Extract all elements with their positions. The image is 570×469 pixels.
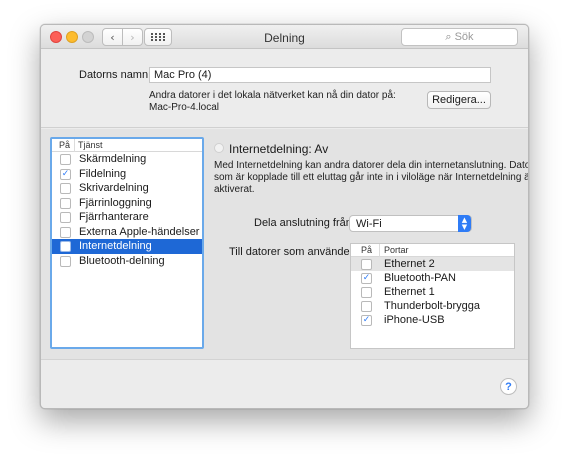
service-row[interactable]: Skrivardelning: [52, 181, 202, 196]
checkbox[interactable]: [60, 154, 71, 165]
local-hostname: Mac-Pro-4.local: [149, 102, 220, 113]
column-header-service[interactable]: Tjänst: [78, 140, 103, 150]
checkmark-icon: ✓: [362, 315, 371, 325]
internet-sharing-status: Internetdelning: Av: [229, 142, 329, 156]
edit-button[interactable]: Redigera...: [427, 91, 491, 109]
service-row-label: Skärmdelning: [79, 153, 147, 165]
column-header-on[interactable]: På: [59, 140, 70, 150]
popup-arrows-icon: ▲ ▼: [458, 215, 471, 232]
service-row[interactable]: Internetdelning: [52, 239, 202, 254]
checkbox[interactable]: [60, 183, 71, 194]
titlebar: ‹ › Delning ⌕ Sök: [41, 25, 528, 49]
service-row[interactable]: ✓ Fildelning: [52, 167, 202, 182]
share-from-value: Wi-Fi: [356, 218, 382, 230]
port-row[interactable]: ✓ Bluetooth-PAN: [351, 271, 514, 285]
checkbox[interactable]: [60, 255, 71, 267]
search-input[interactable]: ⌕ Sök: [401, 28, 518, 46]
checkbox[interactable]: [361, 259, 372, 270]
service-row-label: Externa Apple-händelser: [79, 225, 200, 238]
checkbox[interactable]: [60, 212, 71, 223]
sharing-window: ‹ › Delning ⌕ Sök Datorns namn: Mac Pro …: [40, 24, 529, 409]
service-row[interactable]: Fjärrinloggning: [52, 196, 202, 211]
checkbox[interactable]: [60, 197, 71, 209]
port-row-label: Ethernet 2: [384, 258, 435, 270]
port-row[interactable]: Thunderbolt-brygga: [351, 299, 514, 313]
service-row[interactable]: Skärmdelning: [52, 152, 202, 167]
checkbox[interactable]: [361, 301, 372, 312]
computer-name-field[interactable]: Mac Pro (4): [149, 67, 491, 83]
checkbox[interactable]: [60, 241, 71, 252]
port-row-label: Thunderbolt-brygga: [384, 300, 481, 312]
to-computers-label: Till datorer som använder:: [229, 246, 357, 258]
service-row[interactable]: Fjärrhanterare: [52, 210, 202, 225]
share-from-popup[interactable]: Wi-Fi ▲ ▼: [349, 215, 472, 232]
service-row[interactable]: Externa Apple-händelser: [52, 225, 202, 240]
network-info-text: Andra datorer i det lokala nätverket kan…: [149, 90, 396, 101]
search-icon: ⌕: [445, 30, 452, 43]
checkmark-icon: ✓: [362, 273, 371, 283]
help-button[interactable]: ?: [500, 378, 517, 395]
port-row-label: Bluetooth-PAN: [384, 272, 456, 284]
port-row-label: Ethernet 1: [384, 286, 435, 298]
description-text: som är kopplade till ett eluttag går int…: [214, 172, 529, 183]
service-row-label: Internetdelning: [79, 240, 152, 252]
port-row[interactable]: ✓ iPhone-USB: [351, 313, 514, 327]
bottom-panel: ?: [41, 359, 528, 408]
description-text: aktiverat.: [214, 184, 255, 195]
search-placeholder: Sök: [454, 31, 474, 43]
port-row-label: iPhone-USB: [384, 314, 445, 326]
checkbox[interactable]: ✓: [361, 273, 372, 284]
service-row-label: Bluetooth-delning: [79, 254, 165, 267]
internet-sharing-status-indicator: [214, 143, 224, 153]
ports-list[interactable]: På Portar Ethernet 2 ✓ Bluetooth-PAN Ethern…: [350, 243, 515, 349]
service-row-label: Fildelning: [79, 167, 127, 180]
checkbox[interactable]: ✓: [361, 315, 372, 326]
column-header-ports[interactable]: Portar: [384, 245, 409, 255]
port-row[interactable]: Ethernet 2: [351, 257, 514, 271]
service-list[interactable]: På Tjänst Skärmdelning ✓ Fildelning Skrivar…: [50, 137, 204, 349]
sharing-main-panel: På Tjänst Skärmdelning ✓ Fildelning Skrivar…: [41, 129, 528, 359]
service-row-label: Fjärrinloggning: [79, 196, 152, 209]
checkbox[interactable]: [361, 287, 372, 298]
column-header-on[interactable]: På: [361, 245, 372, 255]
ports-list-header: På Portar: [351, 244, 514, 257]
service-row-label: Fjärrhanterare: [79, 211, 149, 223]
description-text: Med Internetdelning kan andra datorer de…: [214, 160, 529, 171]
checkmark-icon: ✓: [61, 168, 70, 179]
checkbox[interactable]: ✓: [60, 168, 71, 180]
share-from-label: Dela anslutning från:: [254, 217, 355, 229]
checkbox[interactable]: [60, 226, 71, 238]
service-row-label: Skrivardelning: [79, 182, 149, 194]
computer-name-panel: Datorns namn: Mac Pro (4) Andra datorer …: [41, 49, 528, 128]
port-row[interactable]: Ethernet 1: [351, 285, 514, 299]
computer-name-label: Datorns namn:: [79, 69, 152, 81]
service-list-header: På Tjänst: [52, 139, 202, 152]
service-row[interactable]: Bluetooth-delning: [52, 254, 202, 269]
